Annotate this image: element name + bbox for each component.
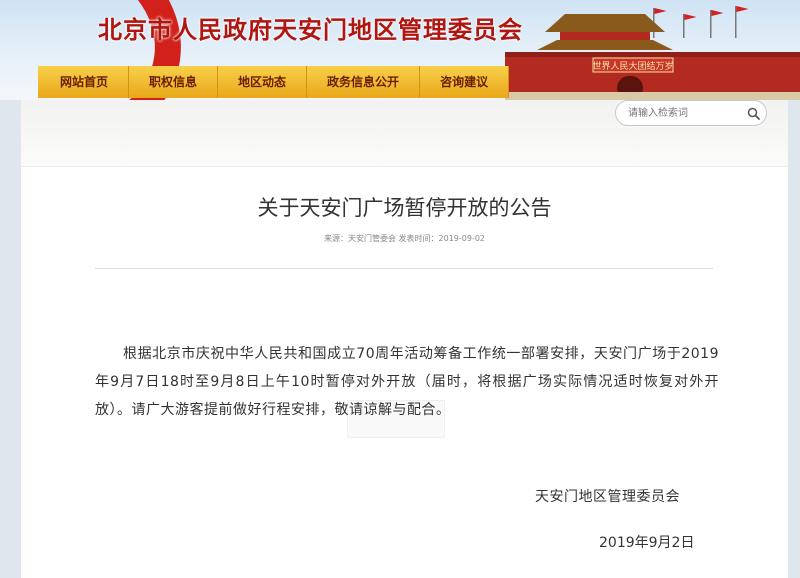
nav-area-news[interactable]: 地区动态: [218, 66, 308, 98]
article-signature: 天安门地区管理委员会: [535, 489, 680, 505]
article-body: 根据北京市庆祝中华人民共和国成立70周年活动筹备工作统一部署安排，天安门广场于2…: [95, 346, 719, 418]
article-title: 关于天安门广场暂停开放的公告: [257, 196, 552, 220]
site-title[interactable]: 北京市人民政府天安门地区管理委员会: [98, 10, 523, 45]
site-header: 北京市人民政府天安门地区管理委员会 世界人民大团结万岁 网站首页 职权信息 地区…: [0, 0, 800, 100]
nav-consultation[interactable]: 咨询建议: [420, 66, 510, 98]
search-box: [615, 100, 767, 126]
search-input[interactable]: [626, 106, 740, 120]
article-meta: 来源：天安门管委会 发表时间：2019-09-02: [323, 234, 486, 243]
main-nav: 网站首页 职权信息 地区动态 政务信息公开 咨询建议: [38, 66, 510, 98]
tiananmen-gate-image: 世界人民大团结万岁: [505, 6, 800, 100]
nav-authority-info[interactable]: 职权信息: [129, 66, 219, 98]
toolbar: [21, 100, 788, 167]
divider: [95, 268, 713, 269]
article-date: 2019年9月2日: [599, 535, 695, 551]
svg-text:世界人民大团结万岁: 世界人民大团结万岁: [592, 60, 673, 72]
nav-home[interactable]: 网站首页: [38, 66, 130, 98]
content-panel: 关于天安门广场暂停开放的公告 来源：天安门管委会 发表时间：2019-09-02…: [21, 100, 788, 578]
search-icon[interactable]: [740, 101, 766, 125]
nav-government-disclosure[interactable]: 政务信息公开: [307, 66, 421, 98]
